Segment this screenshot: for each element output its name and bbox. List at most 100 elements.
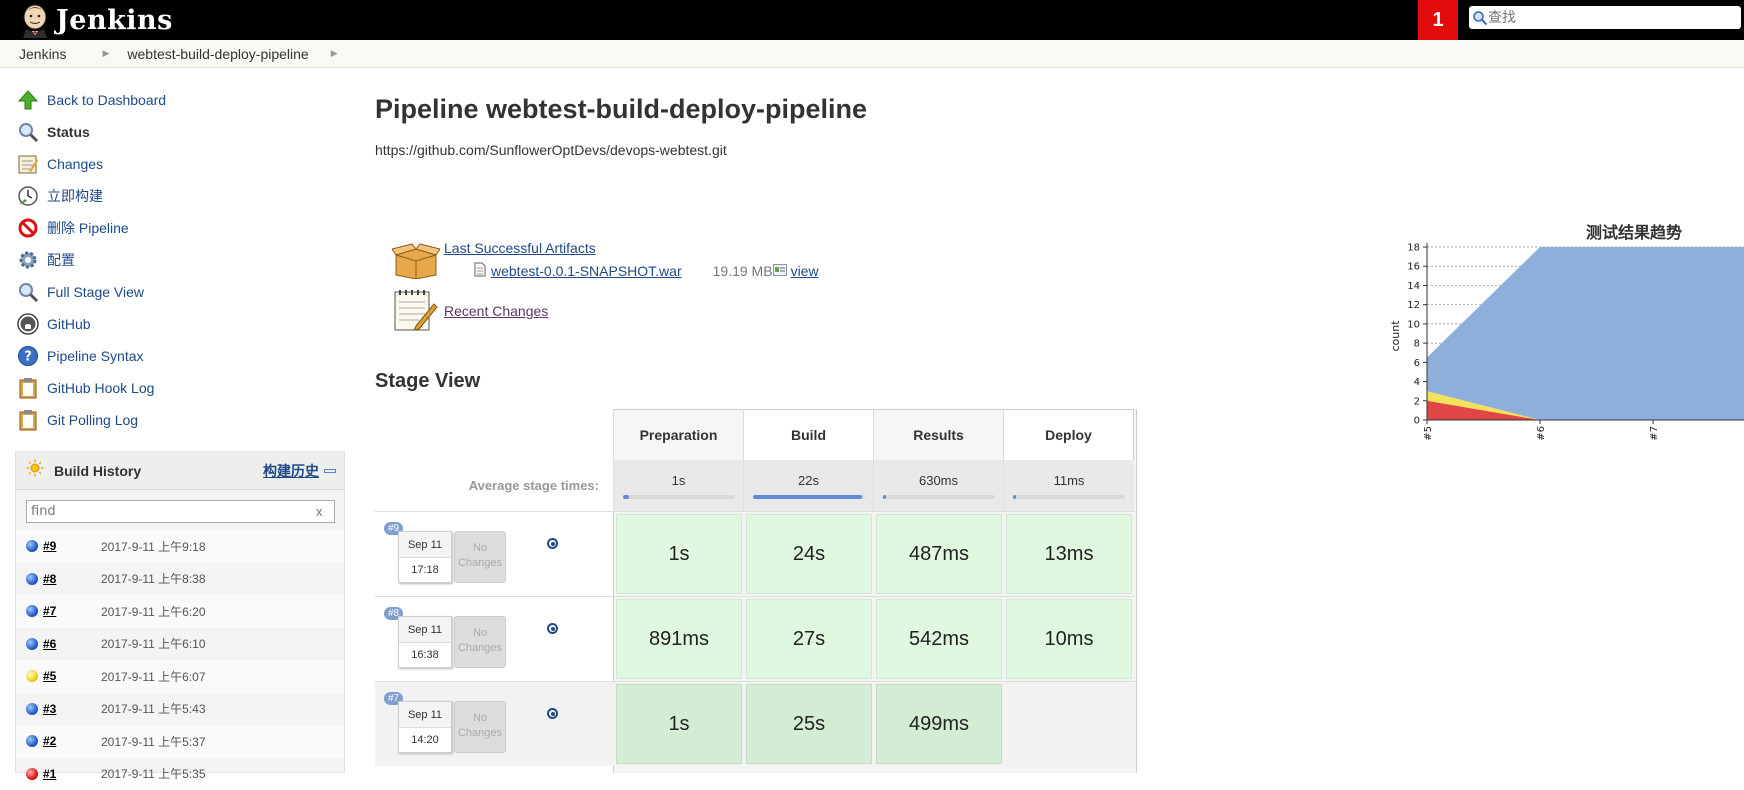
artifact-file-link[interactable]: webtest-0.0.1-SNAPSHOT.war [491,263,682,279]
build-history-panel: Build History 构建历史 x #9 2017-9-11 上午9:18… [15,451,345,773]
build-row: #2 2017-9-11 上午5:37 [16,725,344,758]
search-input[interactable] [1488,8,1728,28]
last-successful-artifacts-link[interactable]: Last Successful Artifacts [444,240,596,256]
no-changes-badge[interactable]: No Changes [454,701,506,753]
status-ball-icon[interactable] [26,768,38,780]
task-label[interactable]: Status [47,124,90,140]
jenkins-logo[interactable]: Jenkins [18,2,173,38]
stage-cell[interactable]: 27s [746,599,872,679]
task-github[interactable]: GitHub [16,308,346,340]
stage-cell[interactable]: 10ms [1006,599,1132,679]
stage-cell[interactable]: 542ms [876,599,1002,679]
status-ball-icon[interactable] [26,735,38,747]
task-status[interactable]: Status [16,116,346,148]
status-ball-icon[interactable] [26,605,38,617]
status-ball-icon[interactable] [26,638,38,650]
run-info-icon[interactable] [547,538,558,549]
task-label[interactable]: Changes [47,156,103,172]
task-pipeline-syntax[interactable]: ? Pipeline Syntax [16,340,346,372]
build-trend-link[interactable]: 构建历史 [263,461,336,481]
task-delete-pipeline[interactable]: 删除 Pipeline [16,212,346,244]
fingerprint-icon[interactable] [773,263,787,279]
logo-text: Jenkins [56,5,173,36]
task-configure[interactable]: 配置 [16,244,346,276]
run-date-card: Sep 11 17:18 [398,531,452,583]
search-box[interactable] [1469,6,1741,29]
build-date-link[interactable]: 2017-9-11 上午9:18 [101,538,206,555]
stage-cell[interactable]: 499ms [876,684,1002,764]
breadcrumb-pipeline[interactable]: webtest-build-deploy-pipeline [127,46,308,62]
sidebar-tasks: Back to Dashboard Status Changes 立即构建 删除… [16,84,346,436]
artifact-size: 19.19 MB [713,263,773,279]
build-trend-label[interactable]: 构建历史 [263,461,319,481]
clipboard-icon [16,408,40,432]
build-number-link[interactable]: #3 [43,702,91,716]
build-number-link[interactable]: #9 [43,539,91,553]
artifact-view-link[interactable]: view [791,263,819,279]
build-row: #5 2017-9-11 上午6:07 [16,660,344,693]
build-date-link[interactable]: 2017-9-11 上午6:10 [101,635,206,652]
status-ball-icon[interactable] [26,573,38,585]
avg-time-bar [753,495,865,499]
breadcrumb-separator-icon[interactable]: ▶ [331,48,338,59]
run-info-icon[interactable] [547,708,558,719]
build-number-link[interactable]: #6 [43,637,91,651]
task-label[interactable]: Back to Dashboard [47,92,166,108]
stage-cell[interactable]: 24s [746,514,872,594]
build-number-link[interactable]: #1 [43,767,91,781]
build-filter-input[interactable] [27,502,312,522]
task-label[interactable]: Full Stage View [47,284,144,300]
stage-cell[interactable]: 1s [616,684,742,764]
task-label[interactable]: GitHub Hook Log [47,380,154,396]
notification-badge[interactable]: 1 [1418,0,1458,40]
stage-cell[interactable]: 25s [746,684,872,764]
stage-cell[interactable]: 487ms [876,514,1002,594]
status-ball-icon[interactable] [26,670,38,682]
task-full-stage-view[interactable]: Full Stage View [16,276,346,308]
stage-cell[interactable]: 13ms [1006,514,1132,594]
package-box-icon [392,243,440,284]
test-result-trend-chart[interactable]: 024681012141618#5#6#7count [1385,236,1744,440]
task-label[interactable]: Pipeline Syntax [47,348,144,364]
status-ball-icon[interactable] [26,540,38,552]
stage-cell[interactable]: 1s [616,514,742,594]
task-git-polling-log[interactable]: Git Polling Log [16,404,346,436]
task-label[interactable]: Git Polling Log [47,412,138,428]
page-header: Jenkins 1 [0,0,1744,40]
build-date-link[interactable]: 2017-9-11 上午6:20 [101,603,206,620]
task-github-hook-log[interactable]: GitHub Hook Log [16,372,346,404]
build-number-link[interactable]: #7 [43,604,91,618]
build-date-link[interactable]: 2017-9-11 上午5:35 [101,765,206,782]
build-filter[interactable]: x [26,500,335,523]
build-date-link[interactable]: 2017-9-11 上午8:38 [101,570,206,587]
task-label[interactable]: GitHub [47,316,91,332]
task-label[interactable]: 删除 Pipeline [47,218,129,238]
status-ball-icon[interactable] [26,703,38,715]
build-number-link[interactable]: #5 [43,669,91,683]
task-label[interactable]: 立即构建 [47,186,103,206]
collapse-icon[interactable] [324,469,336,473]
breadcrumb-jenkins[interactable]: Jenkins [19,46,66,62]
no-changes-badge[interactable]: No Changes [454,531,506,583]
build-history-header: Build History 构建历史 [16,452,344,490]
build-list: #9 2017-9-11 上午9:18 #8 2017-9-11 上午8:38 … [16,530,344,790]
build-date-link[interactable]: 2017-9-11 上午5:43 [101,700,206,717]
page-title: Pipeline webtest-build-deploy-pipeline [375,94,867,125]
build-date-link[interactable]: 2017-9-11 上午6:07 [101,668,206,685]
stage-cell[interactable]: 891ms [616,599,742,679]
no-changes-badge[interactable]: No Changes [454,616,506,668]
build-date-link[interactable]: 2017-9-11 上午5:37 [101,733,206,750]
task-changes[interactable]: Changes [16,148,346,180]
avg-time-value: 630ms [919,473,958,488]
task-back-to-dashboard[interactable]: Back to Dashboard [16,84,346,116]
breadcrumb-separator-icon[interactable]: ▶ [102,48,109,59]
task-label[interactable]: 配置 [47,250,75,270]
task-build-now[interactable]: 立即构建 [16,180,346,212]
build-number-link[interactable]: #2 [43,734,91,748]
clear-filter-icon[interactable]: x [316,504,323,519]
recent-changes-link[interactable]: Recent Changes [444,303,548,319]
build-number-link[interactable]: #8 [43,572,91,586]
run-info-icon[interactable] [547,623,558,634]
chart-x-tick-label: #7 [1649,426,1660,440]
run-date-card: Sep 11 14:20 [398,701,452,753]
